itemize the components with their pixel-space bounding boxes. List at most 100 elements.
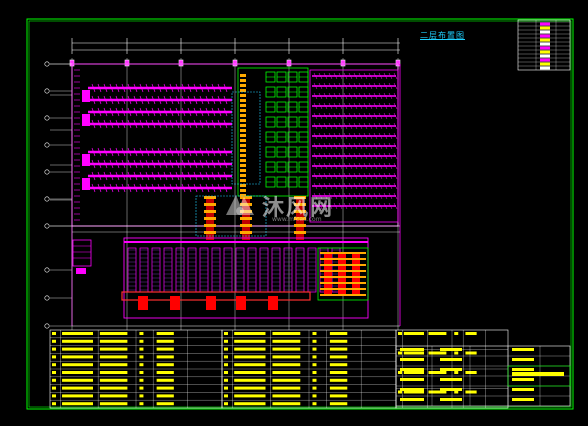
- parts-cell-item: [52, 371, 56, 374]
- axis-bubble: [44, 323, 50, 329]
- lift-landing: [294, 210, 306, 213]
- parts-cell-qty: [312, 394, 317, 398]
- rack-end: [82, 114, 90, 126]
- title-cell: [512, 378, 534, 381]
- parts-cell-code: [62, 394, 93, 398]
- drawing-number: [512, 372, 564, 376]
- parts-cell-name: [272, 378, 301, 382]
- lower-storage-zone: [121, 237, 369, 319]
- parts-cell-qty: [139, 347, 144, 351]
- lift-landing: [204, 196, 216, 199]
- transfer-station: [240, 104, 246, 107]
- parts-cell-material: [156, 386, 174, 390]
- lift-landing: [204, 217, 216, 220]
- axis-bubble: [44, 88, 50, 94]
- hoist-unit: [268, 296, 278, 310]
- transfer-station: [240, 124, 246, 127]
- title-cell: [512, 388, 534, 391]
- title-cell: [440, 388, 462, 391]
- parts-cell-item: [224, 394, 228, 398]
- parts-cell-material: [156, 394, 174, 398]
- parts-cell-name: [99, 371, 128, 374]
- transfer-station: [240, 79, 246, 82]
- parts-cell-qty: [454, 371, 459, 374]
- parts-cell-item: [52, 394, 56, 398]
- parts-cell-item: [224, 332, 228, 335]
- parts-cell-item: [52, 402, 56, 406]
- transfer-station: [240, 144, 246, 147]
- parts-cell-qty: [312, 402, 317, 406]
- parts-cell-item: [52, 378, 56, 382]
- parts-cell-name: [428, 351, 447, 355]
- parts-cell-code: [234, 347, 266, 351]
- parts-cell-qty: [312, 347, 317, 351]
- title-cell: [440, 368, 462, 371]
- parts-cell-code: [62, 339, 93, 343]
- parts-cell-name: [272, 347, 301, 351]
- legend-swatch: [540, 34, 550, 38]
- parts-cell-material: [156, 339, 174, 343]
- parts-cell-code: [403, 371, 424, 374]
- parts-cell-material: [465, 351, 477, 355]
- title-cell: [440, 358, 462, 361]
- parts-cell-material: [329, 378, 348, 382]
- parts-cell-item: [224, 402, 228, 406]
- transfer-station: [240, 184, 246, 187]
- parts-cell-material: [329, 332, 348, 335]
- lift-landing: [294, 224, 306, 227]
- title-cell: [512, 348, 534, 351]
- axis-bubble: [44, 267, 50, 273]
- parts-cell-item: [52, 332, 56, 335]
- lift-landing: [240, 210, 252, 213]
- cad-viewport[interactable]: 二层布置图 沐风网 www.mfcad.com: [0, 0, 588, 426]
- lift-landing: [320, 282, 366, 284]
- parts-cell-material: [465, 390, 477, 394]
- transfer-station: [240, 114, 246, 117]
- parts-cell-name: [272, 355, 301, 359]
- parts-cell-qty: [312, 339, 317, 343]
- transfer-station: [240, 189, 246, 192]
- parts-cell-code: [62, 332, 93, 335]
- parts-cell-item: [224, 363, 228, 367]
- parts-cell-material: [156, 347, 174, 351]
- parts-cell-code: [62, 347, 93, 351]
- lift-landing: [204, 231, 216, 234]
- transfer-station: [240, 154, 246, 157]
- lift-landing: [320, 288, 366, 290]
- lift-landing: [204, 210, 216, 213]
- transfer-station: [240, 134, 246, 137]
- transfer-station: [240, 169, 246, 172]
- parts-cell-code: [62, 386, 93, 390]
- parts-cell-code: [234, 339, 266, 343]
- title-cell: [400, 388, 424, 391]
- title-block: [395, 345, 571, 407]
- parts-cell-name: [272, 371, 301, 374]
- parts-cell-material: [329, 386, 348, 390]
- parts-cell-item: [224, 347, 228, 351]
- parts-cell-qty: [139, 339, 144, 343]
- title-cell: [400, 358, 424, 361]
- parts-cell-item: [398, 371, 402, 374]
- axis-bubble: [44, 142, 50, 148]
- title-cell: [512, 398, 534, 401]
- parts-cell-code: [62, 371, 93, 374]
- parts-cell-material: [465, 332, 477, 335]
- parts-cell-material: [329, 402, 348, 406]
- parts-cell-item: [52, 355, 56, 359]
- legend-swatch: [540, 22, 550, 26]
- legend-swatch: [540, 62, 550, 66]
- transfer-station: [240, 119, 246, 122]
- watermark-url: www.mfcad.com: [272, 216, 322, 223]
- parts-cell-code: [234, 402, 266, 406]
- parts-cell-code: [234, 355, 266, 359]
- drawing-title-link[interactable]: 二层布置图: [420, 30, 465, 41]
- parts-cell-qty: [454, 351, 459, 355]
- parts-cell-qty: [454, 332, 459, 335]
- transfer-station: [240, 139, 246, 142]
- parts-cell-material: [329, 339, 348, 343]
- lift-landing: [240, 203, 252, 206]
- floor-plan-drawing: [26, 18, 574, 410]
- lift-landing: [294, 231, 306, 234]
- legend-swatch: [540, 38, 550, 42]
- title-cell: [400, 398, 424, 401]
